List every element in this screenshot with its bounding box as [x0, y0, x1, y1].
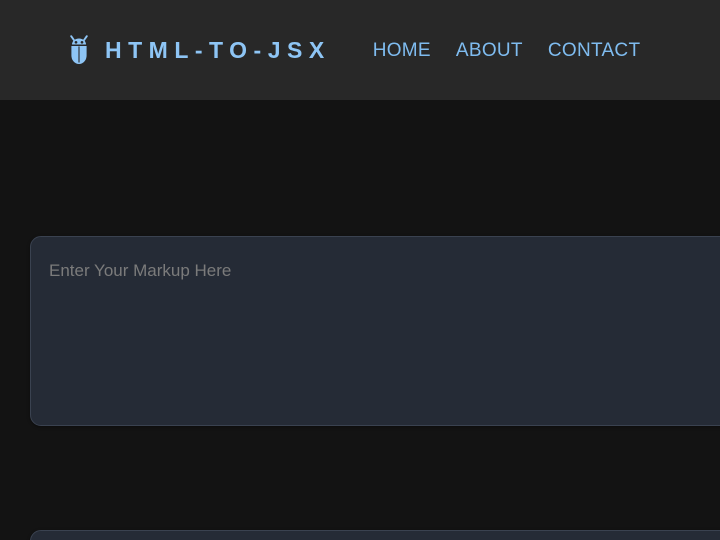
- main-content: Enter Your Markup Here: [0, 100, 720, 540]
- brand-title: HTML-TO-JSX: [105, 36, 331, 63]
- main-nav: HOME ABOUT CONTACT: [373, 41, 641, 60]
- markup-input-placeholder: Enter Your Markup Here: [49, 261, 232, 280]
- markup-input-panel[interactable]: Enter Your Markup Here: [30, 236, 720, 426]
- nav-link-contact[interactable]: CONTACT: [548, 41, 641, 60]
- bug-icon: [66, 35, 92, 65]
- site-header: HTML-TO-JSX HOME ABOUT CONTACT: [0, 0, 720, 100]
- nav-link-about[interactable]: ABOUT: [456, 41, 523, 60]
- brand-logo[interactable]: HTML-TO-JSX: [66, 35, 331, 65]
- output-panel[interactable]: [30, 530, 720, 540]
- nav-link-home[interactable]: HOME: [373, 41, 431, 60]
